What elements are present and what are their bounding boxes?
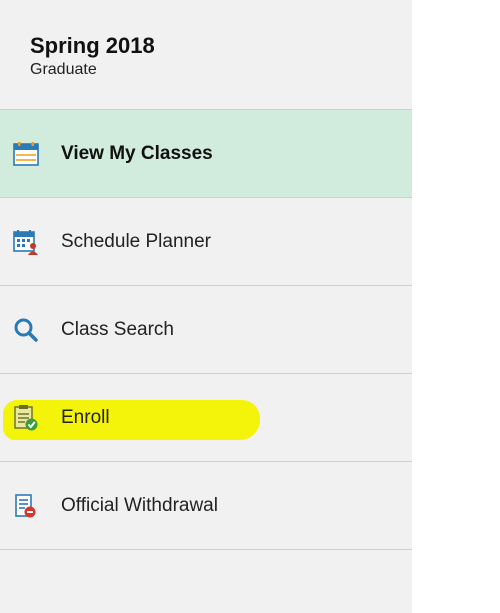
search-icon bbox=[13, 317, 39, 343]
nav-item-enroll[interactable]: Enroll bbox=[0, 374, 412, 462]
highlighter-mark bbox=[3, 400, 260, 440]
term-title: Spring 2018 bbox=[30, 33, 155, 58]
term-header[interactable]: Spring 2018 Graduate bbox=[0, 0, 412, 110]
nav-item-label: Enroll bbox=[61, 406, 110, 428]
student-navigation-panel: Spring 2018 Graduate View My Classes Sch… bbox=[0, 0, 412, 613]
nav-item-official-withdrawal[interactable]: Official Withdrawal bbox=[0, 462, 412, 550]
nav-item-view-my-classes[interactable]: View My Classes bbox=[0, 110, 412, 198]
term-career: Graduate bbox=[30, 61, 97, 79]
enroll-clipboard-check-icon bbox=[13, 404, 39, 431]
nav-item-label: Schedule Planner bbox=[61, 230, 211, 252]
withdrawal-form-icon bbox=[13, 493, 39, 519]
nav-item-schedule-planner[interactable]: Schedule Planner bbox=[0, 198, 412, 286]
nav-item-label: Class Search bbox=[61, 318, 174, 340]
nav-item-class-search[interactable]: Class Search bbox=[0, 286, 412, 374]
schedule-planner-icon bbox=[13, 229, 39, 255]
nav-item-label: Official Withdrawal bbox=[61, 494, 218, 516]
calendar-icon bbox=[13, 141, 39, 167]
nav-item-label: View My Classes bbox=[61, 142, 213, 164]
